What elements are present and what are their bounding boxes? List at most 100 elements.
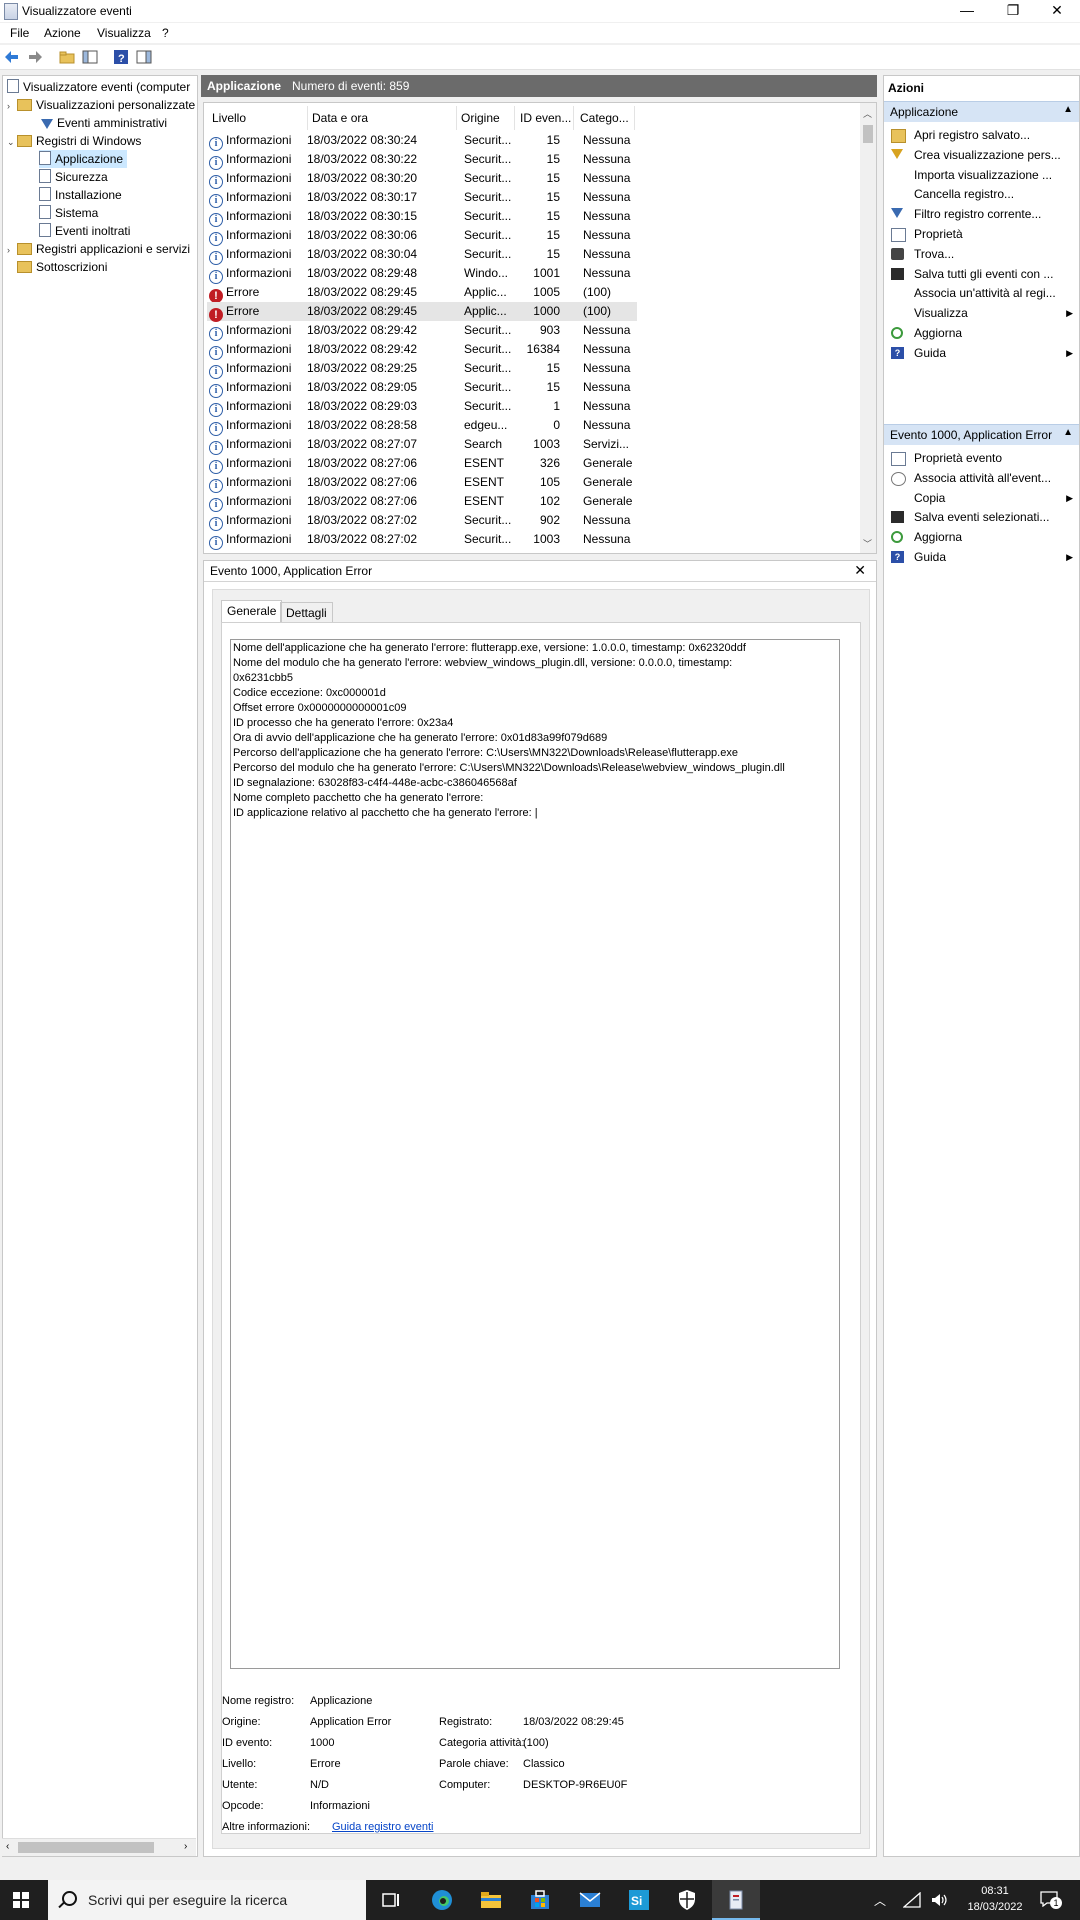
tab-general[interactable]: Generale (221, 600, 283, 624)
app-si-icon[interactable]: Si (627, 1888, 651, 1912)
task-view-icon[interactable] (379, 1888, 403, 1912)
action-item[interactable]: Salva eventi selezionati... (884, 507, 1079, 527)
tree-item-application[interactable]: Applicazione (39, 150, 128, 168)
forward-arrow-icon[interactable] (27, 49, 43, 65)
action-item[interactable]: Apri registro salvato... (884, 125, 1079, 145)
event-row[interactable]: i Informazioni 18/03/2022 08:30:20 Securit.… (207, 169, 637, 189)
tree-item-windows-logs[interactable]: ⌄ Registri di Windows (7, 132, 141, 150)
windows-security-icon[interactable] (675, 1888, 699, 1912)
event-row[interactable]: ! Errore 18/03/2022 08:29:45 Applic... 1000 (… (207, 302, 637, 322)
action-item[interactable]: Filtro registro corrente... (884, 204, 1079, 224)
collapse-icon[interactable]: ▲ (1063, 427, 1073, 438)
event-row[interactable]: i Informazioni 18/03/2022 08:28:58 edgeu...… (207, 416, 637, 436)
show-hide-tree-icon[interactable] (82, 49, 98, 65)
action-item[interactable]: Proprietà (884, 224, 1079, 244)
chevron-down-icon[interactable]: ⌄ (7, 133, 17, 151)
event-row[interactable]: ! Errore 18/03/2022 08:29:45 Applic... 1005 (… (207, 283, 637, 303)
help-icon[interactable]: ? (113, 49, 129, 65)
action-item[interactable]: Associa un'attività al regi... (884, 283, 1079, 303)
action-item[interactable]: Cancella registro... (884, 184, 1079, 204)
scroll-down-icon[interactable]: ﹀ (863, 537, 872, 550)
event-row[interactable]: i Informazioni 18/03/2022 08:29:42 Securit.… (207, 321, 637, 341)
menu-action[interactable]: Azione (44, 26, 81, 40)
notification-center-button[interactable]: 1 (1040, 1891, 1062, 1909)
action-item[interactable]: Salva tutti gli eventi con ... (884, 264, 1079, 284)
event-row[interactable]: i Informazioni 18/03/2022 08:27:06 ESENT 102… (207, 492, 637, 512)
event-row[interactable]: i Informazioni 18/03/2022 08:30:15 Securit.… (207, 207, 637, 227)
edge-browser-icon[interactable] (430, 1888, 454, 1912)
back-arrow-icon[interactable] (4, 49, 20, 65)
event-row[interactable]: i Informazioni 18/03/2022 08:29:42 Securit.… (207, 340, 637, 360)
file-explorer-icon[interactable] (479, 1888, 503, 1912)
scrollbar-thumb[interactable] (863, 125, 873, 143)
tree-item-app-services-logs[interactable]: › Registri applicazioni e servizi (7, 240, 190, 258)
start-button[interactable] (13, 1892, 29, 1908)
event-list-scrollbar[interactable]: ︿ ﹀ (860, 103, 876, 553)
close-detail-icon[interactable]: ✕ (854, 562, 866, 579)
event-row[interactable]: i Informazioni 18/03/2022 08:30:17 Securit.… (207, 188, 637, 208)
action-item[interactable]: ? Guida ▶ (884, 547, 1079, 567)
minimize-button[interactable]: — (944, 0, 990, 22)
event-row[interactable]: i Informazioni 18/03/2022 08:30:04 Securit.… (207, 245, 637, 265)
event-row[interactable]: i Informazioni 18/03/2022 08:27:06 ESENT 326… (207, 454, 637, 474)
tree-item-setup[interactable]: Installazione (39, 186, 122, 204)
event-row[interactable]: i Informazioni 18/03/2022 08:30:24 Securit.… (207, 131, 637, 151)
scroll-left-icon[interactable]: ‹ (6, 1841, 9, 1852)
column-header-event-id[interactable]: ID even... (520, 111, 571, 125)
chevron-right-icon[interactable]: › (7, 241, 17, 259)
column-divider[interactable] (307, 106, 308, 130)
action-item[interactable]: Trova... (884, 244, 1079, 264)
collapse-icon[interactable]: ▲ (1063, 104, 1073, 115)
scroll-up-icon[interactable]: ︿ (863, 107, 872, 120)
action-item[interactable]: Crea visualizzazione pers... (884, 145, 1079, 165)
column-header-source[interactable]: Origine (461, 111, 500, 125)
chevron-right-icon[interactable]: › (7, 97, 17, 115)
actions-section-event[interactable]: Evento 1000, Application Error ▲ (884, 424, 1079, 445)
column-divider[interactable] (456, 106, 457, 130)
tree-item-custom-views[interactable]: › Visualizzazioni personalizzate (7, 96, 195, 114)
microsoft-store-icon[interactable] (528, 1888, 552, 1912)
event-row[interactable]: i Informazioni 18/03/2022 08:27:07 Search 10… (207, 435, 637, 455)
scroll-right-icon[interactable]: › (184, 1841, 187, 1852)
tree-item-root[interactable]: Visualizzatore eventi (computer (7, 78, 190, 96)
tab-details[interactable]: Dettagli (280, 602, 333, 624)
volume-icon[interactable] (930, 1892, 948, 1908)
action-item[interactable]: Associa attività all'event... (884, 468, 1079, 488)
action-item[interactable]: Copia ▶ (884, 488, 1079, 508)
column-header-date[interactable]: Data e ora (312, 111, 368, 125)
action-item[interactable]: Aggiorna (884, 527, 1079, 547)
taskbar-search-box[interactable]: Scrivi qui per eseguire la ricerca (48, 1880, 366, 1920)
event-row[interactable]: i Informazioni 18/03/2022 08:30:06 Securit.… (207, 226, 637, 246)
taskbar-clock[interactable]: 08:31 18/03/2022 (960, 1883, 1030, 1915)
column-header-level[interactable]: Livello (212, 111, 246, 125)
tree-item-subscriptions[interactable]: Sottoscrizioni (17, 258, 107, 276)
event-row[interactable]: i Informazioni 18/03/2022 08:29:05 Securit.… (207, 378, 637, 398)
action-item[interactable]: Aggiorna (884, 323, 1079, 343)
show-hide-action-pane-icon[interactable] (136, 49, 152, 65)
tree-item-security[interactable]: Sicurezza (39, 168, 108, 186)
tree-item-system[interactable]: Sistema (39, 204, 98, 222)
actions-section-application[interactable]: Applicazione ▲ (884, 101, 1079, 122)
tree-horizontal-scrollbar[interactable]: ‹ › (2, 1838, 196, 1856)
column-divider[interactable] (514, 106, 515, 130)
event-description[interactable]: Nome dell'applicazione che ha generato l… (230, 639, 840, 1669)
mail-icon[interactable] (578, 1888, 602, 1912)
tree-item-forwarded-events[interactable]: Eventi inoltrati (39, 222, 130, 240)
event-row[interactable]: i Informazioni 18/03/2022 08:30:22 Securit.… (207, 150, 637, 170)
menu-view[interactable]: Visualizza (97, 26, 151, 40)
network-icon[interactable] (903, 1892, 921, 1908)
column-divider[interactable] (634, 106, 635, 130)
event-row[interactable]: i Informazioni 18/03/2022 08:29:03 Securit.… (207, 397, 637, 417)
menu-file[interactable]: File (10, 26, 29, 40)
scrollbar-thumb[interactable] (18, 1842, 154, 1853)
action-item[interactable]: ? Guida ▶ (884, 343, 1079, 363)
taskbar-event-viewer-active[interactable] (712, 1880, 760, 1920)
show-hidden-icons-chevron-up-icon[interactable]: ︿ (874, 1892, 886, 1909)
column-header-category[interactable]: Catego... (580, 111, 629, 125)
action-item[interactable]: Proprietà evento (884, 448, 1079, 468)
event-row[interactable]: i Informazioni 18/03/2022 08:27:06 ESENT 105… (207, 473, 637, 493)
event-log-help-link[interactable]: Guida registro eventi (332, 1821, 434, 1833)
up-folder-icon[interactable] (59, 49, 75, 65)
event-row[interactable]: i Informazioni 18/03/2022 08:29:25 Securit.… (207, 359, 637, 379)
action-item[interactable]: Visualizza ▶ (884, 303, 1079, 323)
